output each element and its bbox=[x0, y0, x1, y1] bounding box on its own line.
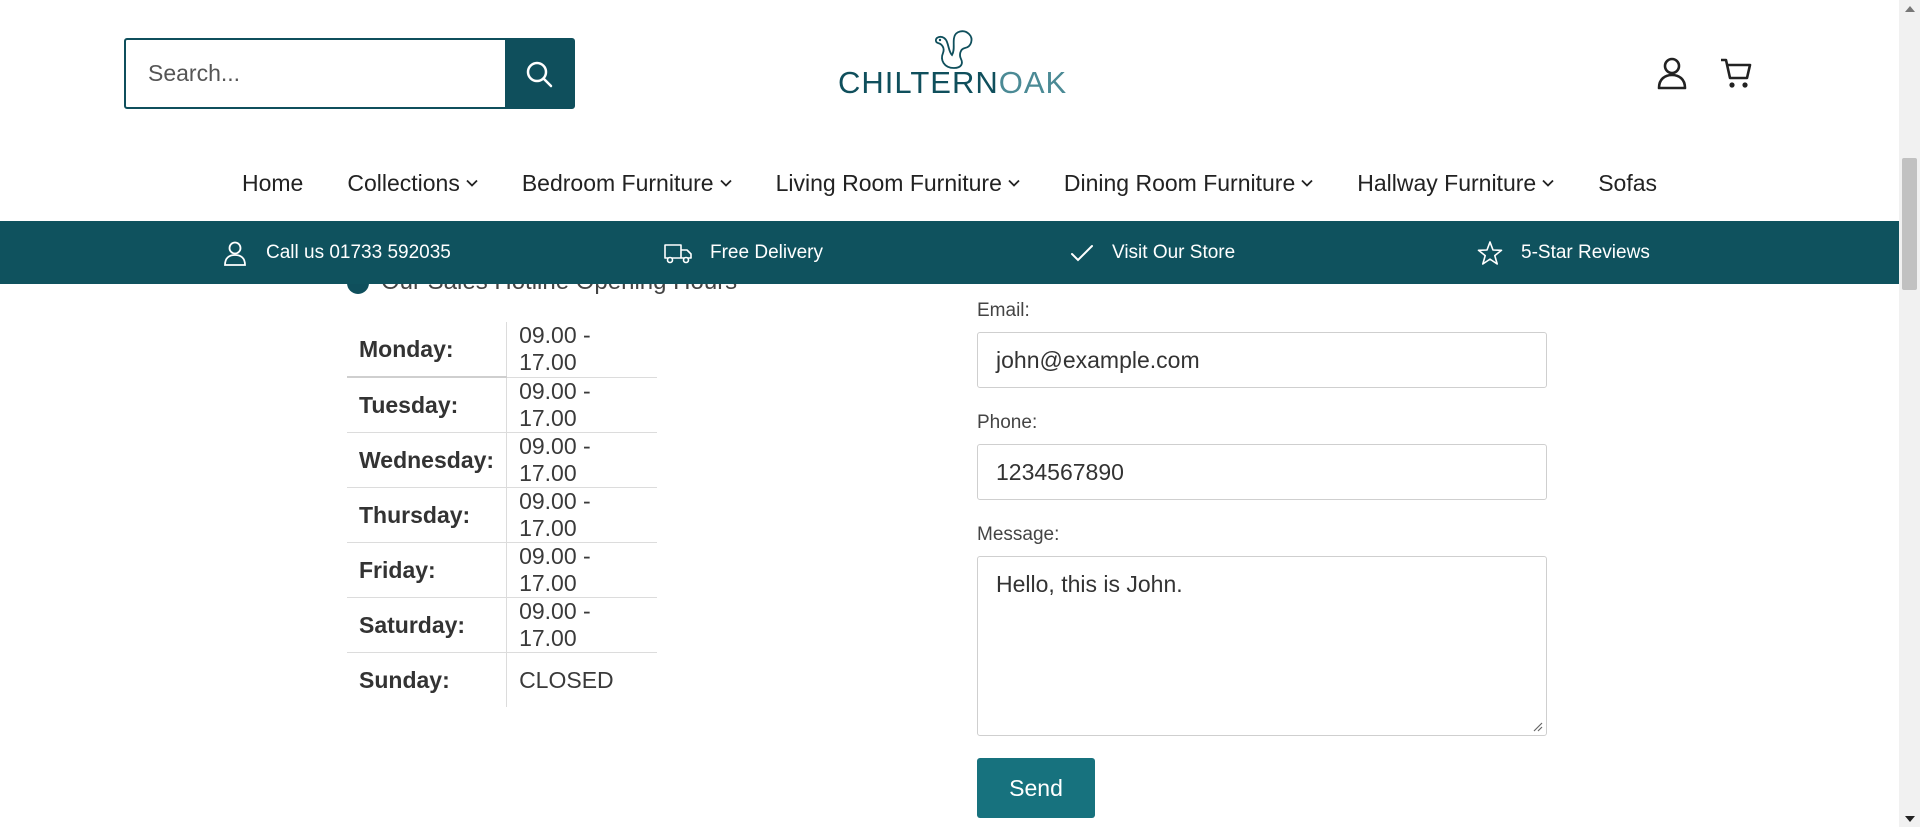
hours-time: 09.00 - 17.00 bbox=[506, 432, 658, 488]
hours-row: Thursday: 09.00 - 17.00 bbox=[347, 487, 658, 543]
scroll-down-arrow-icon[interactable] bbox=[1899, 810, 1920, 827]
hours-day: Sunday: bbox=[347, 652, 508, 707]
page: Our Sales Hotline Opening Hours Monday:0… bbox=[0, 0, 1899, 827]
phone-field[interactable]: 1234567890 bbox=[977, 444, 1547, 500]
truck-icon bbox=[664, 243, 692, 263]
logo-wordmark: CHILTERNOAK bbox=[838, 65, 1068, 100]
user-icon bbox=[1657, 57, 1687, 90]
scroll-up-arrow-icon[interactable] bbox=[1899, 0, 1920, 17]
page-scrollbar[interactable] bbox=[1899, 0, 1920, 827]
hours-row: Tuesday: 09.00 - 17.00 bbox=[347, 377, 658, 433]
hours-time: CLOSED bbox=[519, 666, 614, 693]
hours-row: Monday: 09.00 - 17.00 bbox=[347, 322, 658, 378]
message-field[interactable]: Hello, this is John. bbox=[977, 556, 1547, 736]
site-logo[interactable]: CHILTERNOAK bbox=[838, 28, 1068, 108]
nav-item-living-room-furniture[interactable]: Living Room Furniture bbox=[776, 160, 1020, 206]
usp-delivery[interactable]: Free Delivery bbox=[664, 221, 823, 284]
nav-item-home[interactable]: Home bbox=[242, 160, 303, 206]
nav-item-dining-room-furniture[interactable]: Dining Room Furniture bbox=[1064, 160, 1313, 206]
message-text: Hello, this is John. bbox=[996, 571, 1183, 597]
hours-row: Friday: 09.00 - 17.00 bbox=[347, 542, 658, 598]
usp-call[interactable]: Call us 01733 592035 bbox=[222, 221, 451, 284]
hours-day: Thursday: bbox=[347, 487, 508, 543]
chevron-down-icon bbox=[719, 179, 732, 187]
usp-reviews[interactable]: 5-Star Reviews bbox=[1477, 221, 1650, 284]
contact-form: Email: john@example.com Phone: 123456789… bbox=[977, 300, 1549, 818]
nav-item-sofas[interactable]: Sofas bbox=[1598, 160, 1657, 206]
resize-handle-icon[interactable] bbox=[1531, 720, 1543, 732]
chevron-down-icon bbox=[1542, 179, 1554, 187]
hours-day: Friday: bbox=[347, 542, 508, 598]
hours-day: Saturday: bbox=[347, 597, 508, 653]
hours-day: Wednesday: bbox=[347, 432, 508, 488]
hours-time: 09.00 - 17.00 bbox=[506, 322, 658, 378]
chevron-down-icon bbox=[466, 179, 478, 187]
user-icon bbox=[224, 241, 246, 266]
search-icon bbox=[526, 61, 553, 87]
star-icon bbox=[1477, 240, 1503, 265]
message-label: Message: bbox=[977, 524, 1060, 545]
hours-day: Monday: bbox=[347, 322, 508, 378]
hours-time: 09.00 - 17.00 bbox=[506, 542, 658, 598]
cart-button[interactable] bbox=[1717, 54, 1755, 92]
nav-item-bedroom-furniture[interactable]: Bedroom Furniture bbox=[522, 160, 732, 206]
email-label: Email: bbox=[977, 300, 1030, 321]
hours-time: 09.00 - 17.00 bbox=[506, 377, 658, 433]
site-header: CHILTERNOAK Home Collections Bedroom Furni… bbox=[0, 0, 1899, 221]
hours-row: Wednesday: 09.00 - 17.00 bbox=[347, 432, 658, 488]
usp-bar: Call us 01733 592035 Free Delivery Visit… bbox=[0, 221, 1899, 284]
hours-row: Saturday: 09.00 - 17.00 bbox=[347, 597, 658, 653]
hours-row: Sunday: CLOSED bbox=[347, 652, 657, 707]
hours-day: Tuesday: bbox=[347, 377, 508, 433]
hours-time: 09.00 - 17.00 bbox=[506, 487, 658, 543]
send-button[interactable]: Send bbox=[977, 758, 1095, 818]
nav-item-collections[interactable]: Collections bbox=[347, 160, 478, 206]
phone-label: Phone: bbox=[977, 412, 1038, 433]
email-field[interactable]: john@example.com bbox=[977, 332, 1547, 388]
search-bar bbox=[124, 38, 575, 109]
nav-item-hallway-furniture[interactable]: Hallway Furniture bbox=[1357, 160, 1554, 206]
chevron-down-icon bbox=[1008, 179, 1020, 187]
search-button[interactable] bbox=[505, 40, 573, 107]
cart-icon bbox=[1721, 58, 1752, 88]
account-button[interactable] bbox=[1653, 54, 1691, 92]
scroll-thumb[interactable] bbox=[1902, 158, 1917, 290]
main-nav: Home Collections Bedroom Furniture Living R… bbox=[0, 160, 1899, 206]
hours-time: 09.00 - 17.00 bbox=[506, 597, 658, 653]
opening-hours-table: Monday: 09.00 - 17.00 Tuesday: 09.00 - 17.0… bbox=[347, 322, 658, 707]
search-input[interactable] bbox=[126, 40, 505, 107]
usp-store[interactable]: Visit Our Store bbox=[1070, 221, 1235, 284]
check-icon bbox=[1071, 244, 1093, 261]
chevron-down-icon bbox=[1301, 179, 1313, 187]
